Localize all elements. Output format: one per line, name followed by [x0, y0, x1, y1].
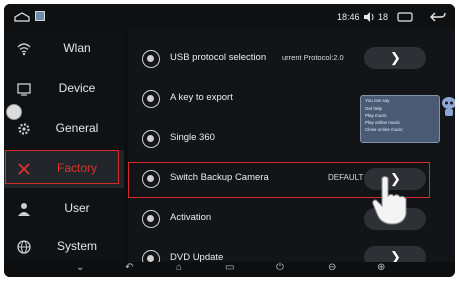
floating-assist-button[interactable]: [6, 104, 22, 120]
window-icon[interactable]: [397, 12, 413, 22]
power-icon[interactable]: ⏻: [276, 262, 284, 273]
activation-icon: [142, 210, 160, 228]
popup-item[interactable]: Close online music: [365, 127, 403, 132]
sidebar-item-label: User: [64, 201, 90, 215]
sidebar-item-label: System: [56, 239, 97, 253]
popup-item[interactable]: Get help: [365, 106, 382, 111]
clock: 18:46: [337, 12, 360, 22]
setting-label: A key to export: [170, 92, 233, 103]
setting-label: Single 360: [170, 132, 215, 143]
popup-item[interactable]: Play music: [365, 113, 387, 118]
user-icon: [16, 201, 32, 217]
status-bar: 18:46 18: [4, 4, 455, 30]
screen: 18:46 18 Wlan Device General Factory Use…: [4, 4, 455, 277]
camera-360-icon: [142, 130, 160, 148]
usb-icon: [142, 50, 160, 68]
volume-down-icon[interactable]: ⊖: [328, 262, 336, 273]
gallery-icon[interactable]: [35, 11, 45, 21]
setting-label: USB protocol selection: [170, 52, 267, 63]
chevron-down-icon[interactable]: ⌄: [76, 262, 84, 273]
setting-label: Activation: [170, 212, 212, 223]
device-icon: [16, 81, 32, 97]
sidebar-item-label: General: [55, 121, 99, 135]
popup-item[interactable]: Play online music: [365, 120, 400, 125]
robot-assistant-icon[interactable]: [441, 96, 455, 118]
sidebar-item-general[interactable]: General: [4, 110, 124, 148]
sidebar-item-user[interactable]: User: [4, 190, 124, 228]
setting-value: urrent Protocol:2.0: [282, 53, 344, 62]
sidebar-item-wlan[interactable]: Wlan: [4, 30, 124, 68]
popup-title: You can say: [365, 98, 390, 103]
back-icon[interactable]: ↶: [125, 262, 133, 273]
usb-protocol-arrow-button[interactable]: ❯: [364, 47, 426, 69]
chevron-right-icon: ❯: [390, 50, 401, 65]
sidebar-item-device[interactable]: Device: [4, 70, 124, 108]
voice-assistant-popup[interactable]: You can say Get help Play music Play onl…: [360, 95, 440, 143]
settings-sidebar: Wlan Device General Factory User System: [4, 30, 124, 262]
factory-highlight-box: [5, 150, 119, 184]
volume-level: 18: [378, 12, 389, 22]
home-icon[interactable]: ⌂: [176, 262, 182, 273]
sidebar-item-system[interactable]: System: [4, 228, 124, 266]
volume-up-icon[interactable]: ⊕: [377, 262, 385, 273]
bottom-nav-bar: ⌄ ↶ ⌂ ▭ ⏻ ⊖ ⊕: [4, 262, 455, 277]
pointing-hand-icon: [372, 176, 407, 225]
gear-icon: [16, 121, 32, 137]
settings-panel: USB protocol selection urrent Protocol:2…: [128, 30, 455, 268]
export-icon: [142, 90, 160, 108]
sidebar-item-label: Device: [58, 81, 96, 95]
recent-apps-icon[interactable]: ▭: [225, 262, 234, 273]
back-arrow-icon[interactable]: [430, 11, 446, 23]
home-outline-icon[interactable]: [14, 12, 30, 22]
volume-icon: [364, 12, 374, 22]
globe-icon: [16, 239, 32, 255]
sidebar-item-label: Wlan: [63, 41, 91, 55]
wifi-icon: [16, 41, 32, 57]
